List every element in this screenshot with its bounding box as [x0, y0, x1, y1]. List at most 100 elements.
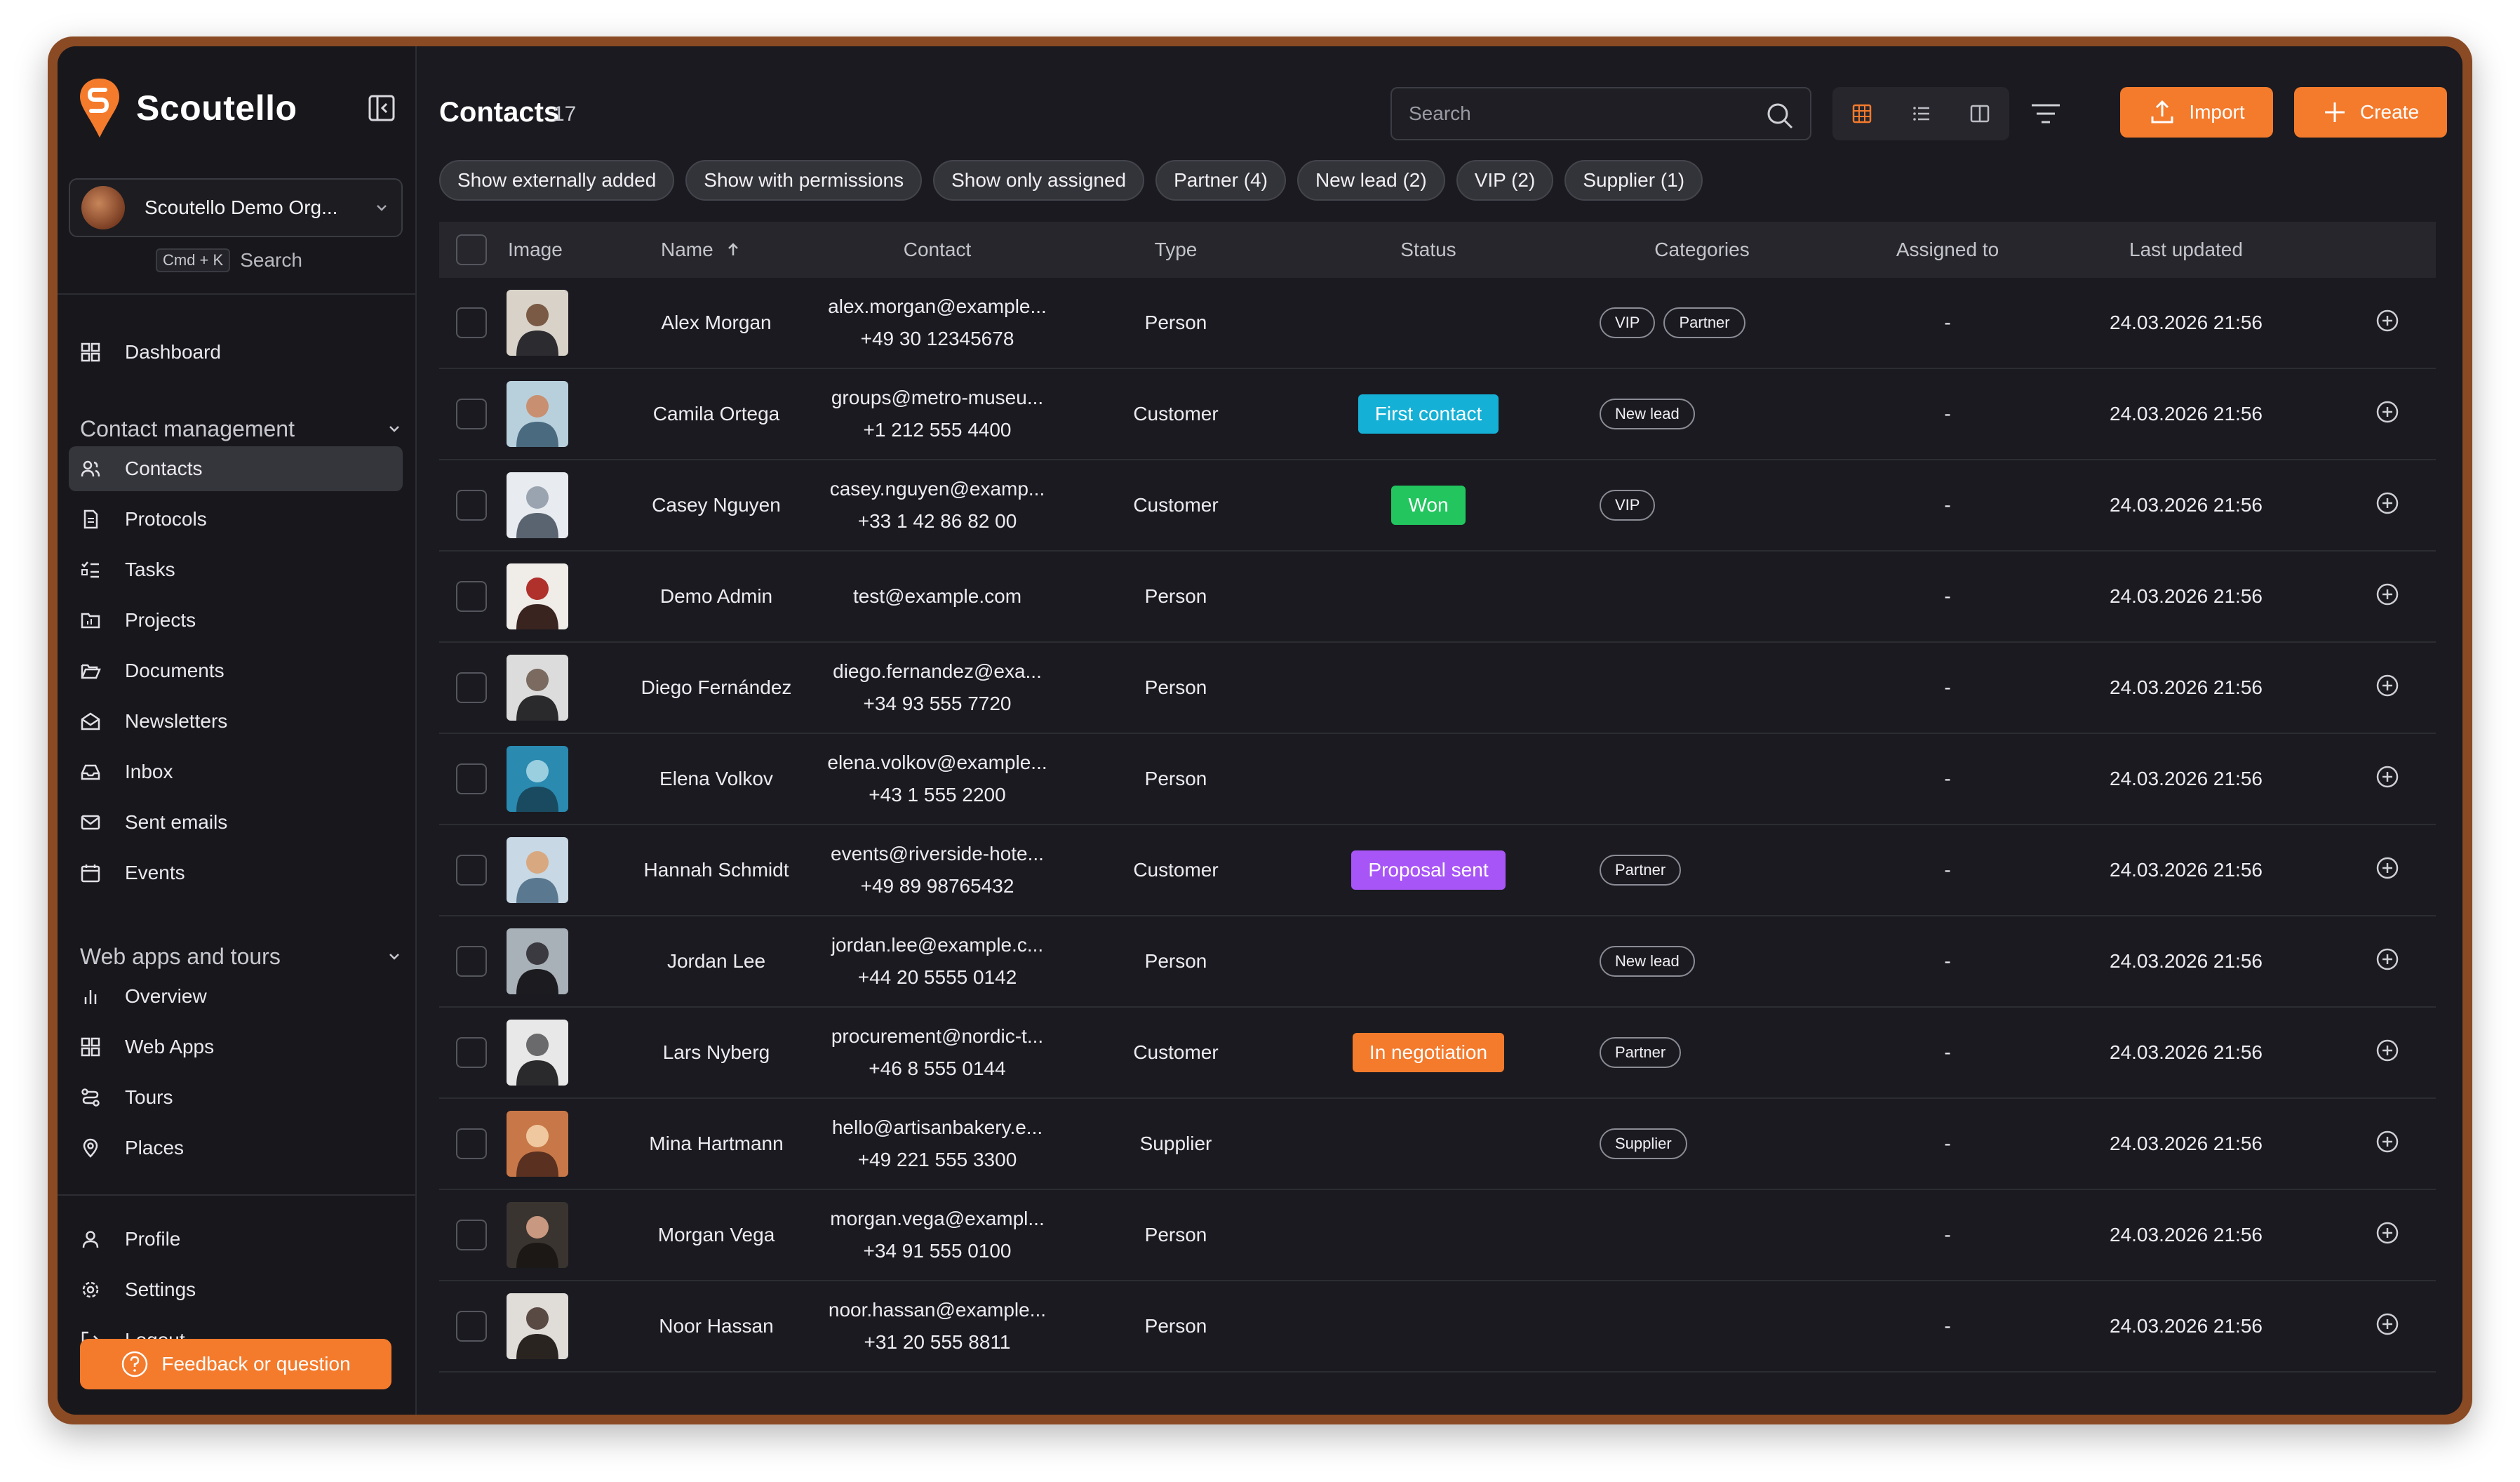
logo[interactable]: Scoutello	[77, 76, 396, 140]
table-row[interactable]: Elena Volkov elena.volkov@example... +43 1…	[439, 734, 2436, 825]
plus-circle-icon[interactable]	[2375, 491, 2399, 520]
sidebar-item-profile[interactable]: Profile	[69, 1217, 403, 1262]
select-all-checkbox[interactable]	[456, 234, 487, 265]
global-search-trigger[interactable]: Cmd + K Search	[156, 248, 302, 272]
contact-phone[interactable]: +31 20 555 8811	[864, 1326, 1011, 1358]
contact-email[interactable]: test@example.com	[853, 580, 1021, 613]
contact-name[interactable]: Alex Morgan	[601, 278, 832, 368]
contact-name[interactable]: Casey Nguyen	[601, 460, 832, 550]
row-checkbox[interactable]	[456, 855, 487, 886]
contact-name[interactable]: Elena Volkov	[601, 734, 832, 824]
column-header-updated[interactable]: Last updated	[2081, 222, 2291, 278]
column-header-name[interactable]: Name	[661, 222, 742, 278]
column-header-categories[interactable]: Categories	[1583, 222, 1821, 278]
row-checkbox[interactable]	[456, 490, 487, 521]
contact-name[interactable]: Hannah Schmidt	[601, 825, 832, 915]
search-input[interactable]	[1409, 102, 1745, 125]
plus-circle-icon[interactable]	[2375, 856, 2399, 885]
contact-name[interactable]: Camila Ortega	[601, 369, 832, 459]
sidebar-collapse-icon[interactable]	[368, 94, 396, 122]
column-header-status[interactable]: Status	[1323, 222, 1534, 278]
row-checkbox[interactable]	[456, 763, 487, 794]
table-row[interactable]: Casey Nguyen casey.nguyen@examp... +33 1 4…	[439, 460, 2436, 552]
column-header-type[interactable]: Type	[1092, 222, 1260, 278]
row-checkbox[interactable]	[456, 672, 487, 703]
contact-email[interactable]: hello@artisanbakery.e...	[832, 1112, 1043, 1144]
contact-name[interactable]: Noor Hassan	[601, 1281, 832, 1371]
contact-name[interactable]: Diego Fernández	[601, 643, 832, 733]
contact-phone[interactable]: +46 8 555 0144	[869, 1053, 1005, 1085]
section-web-apps-and-tours[interactable]: Web apps and tours	[80, 939, 403, 974]
table-row[interactable]: Demo Admin test@example.com Person - 24.03.2…	[439, 552, 2436, 643]
table-row[interactable]: Morgan Vega morgan.vega@exampl... +34 91 5…	[439, 1190, 2436, 1281]
contact-email[interactable]: elena.volkov@example...	[827, 747, 1047, 779]
contact-phone[interactable]: +34 91 555 0100	[864, 1235, 1012, 1267]
column-header-assigned[interactable]: Assigned to	[1856, 222, 2039, 278]
contact-phone[interactable]: +49 30 12345678	[861, 323, 1014, 355]
plus-circle-icon[interactable]	[2375, 582, 2399, 611]
contact-name[interactable]: Lars Nyberg	[601, 1008, 832, 1097]
table-row[interactable]: Hannah Schmidt events@riverside-hote... +4…	[439, 825, 2436, 916]
create-button[interactable]: Create	[2294, 87, 2447, 138]
contact-email[interactable]: groups@metro-museu...	[831, 382, 1043, 414]
sidebar-item-newsletters[interactable]: Newsletters	[69, 699, 403, 744]
sidebar-item-protocols[interactable]: Protocols	[69, 497, 403, 542]
row-checkbox[interactable]	[456, 1311, 487, 1342]
sidebar-item-tours[interactable]: Tours	[69, 1075, 403, 1120]
row-checkbox[interactable]	[456, 307, 487, 338]
plus-circle-icon[interactable]	[2375, 1130, 2399, 1159]
sidebar-item-tasks[interactable]: Tasks	[69, 547, 403, 592]
filter-chip[interactable]: Partner (4)	[1155, 160, 1286, 201]
contact-phone[interactable]: +1 212 555 4400	[864, 414, 1012, 446]
table-row[interactable]: Mina Hartmann hello@artisanbakery.e... +49…	[439, 1099, 2436, 1190]
sidebar-item-overview[interactable]: Overview	[69, 974, 403, 1019]
split-view-icon[interactable]	[1969, 103, 1990, 124]
feedback-button[interactable]: Feedback or question	[80, 1339, 391, 1389]
contact-email[interactable]: diego.fernandez@exa...	[833, 655, 1042, 688]
org-selector[interactable]: Scoutello Demo Org...	[69, 178, 403, 237]
sidebar-item-contacts[interactable]: Contacts	[69, 446, 403, 491]
sidebar-item-settings[interactable]: Settings	[69, 1267, 403, 1312]
filter-chip[interactable]: VIP (2)	[1456, 160, 1554, 201]
contact-email[interactable]: noor.hassan@example...	[829, 1294, 1046, 1326]
section-contact-management[interactable]: Contact management	[80, 411, 403, 446]
row-checkbox[interactable]	[456, 581, 487, 612]
contact-phone[interactable]: +43 1 555 2200	[869, 779, 1005, 811]
contact-phone[interactable]: +49 221 555 3300	[858, 1144, 1017, 1176]
filter-chip[interactable]: Supplier (1)	[1564, 160, 1703, 201]
plus-circle-icon[interactable]	[2375, 1221, 2399, 1250]
plus-circle-icon[interactable]	[2375, 309, 2399, 338]
contact-phone[interactable]: +44 20 5555 0142	[858, 961, 1017, 994]
sidebar-item-dashboard[interactable]: Dashboard	[69, 330, 403, 375]
table-row[interactable]: Camila Ortega groups@metro-museu... +1 212…	[439, 369, 2436, 460]
contact-email[interactable]: jordan.lee@example.c...	[831, 929, 1043, 961]
sidebar-item-documents[interactable]: Documents	[69, 648, 403, 693]
contact-phone[interactable]: +33 1 42 86 82 00	[858, 505, 1017, 538]
contact-phone[interactable]: +49 89 98765432	[861, 870, 1014, 902]
filter-chip[interactable]: Show with permissions	[685, 160, 923, 201]
plus-circle-icon[interactable]	[2375, 947, 2399, 976]
list-view-icon[interactable]	[1910, 103, 1931, 124]
table-row[interactable]: Jordan Lee jordan.lee@example.c... +44 20 …	[439, 916, 2436, 1008]
row-checkbox[interactable]	[456, 1037, 487, 1068]
filter-icon[interactable]	[2030, 102, 2061, 126]
row-checkbox[interactable]	[456, 1128, 487, 1159]
sidebar-item-web-apps[interactable]: Web Apps	[69, 1024, 403, 1069]
table-row[interactable]: Noor Hassan noor.hassan@example... +31 20 …	[439, 1281, 2436, 1373]
plus-circle-icon[interactable]	[2375, 1039, 2399, 1067]
plus-circle-icon[interactable]	[2375, 400, 2399, 429]
import-button[interactable]: Import	[2120, 87, 2273, 138]
sidebar-item-inbox[interactable]: Inbox	[69, 749, 403, 794]
sidebar-item-places[interactable]: Places	[69, 1126, 403, 1170]
table-row[interactable]: Alex Morgan alex.morgan@example... +49 30 …	[439, 278, 2436, 369]
contact-email[interactable]: morgan.vega@exampl...	[830, 1203, 1044, 1235]
contact-phone[interactable]: +34 93 555 7720	[864, 688, 1012, 720]
contact-name[interactable]: Morgan Vega	[601, 1190, 832, 1280]
sidebar-item-sent-emails[interactable]: Sent emails	[69, 800, 403, 845]
filter-chip[interactable]: Show only assigned	[933, 160, 1145, 201]
filter-chip[interactable]: New lead (2)	[1296, 160, 1445, 201]
contact-name[interactable]: Demo Admin	[601, 552, 832, 641]
search-field[interactable]	[1390, 87, 1811, 140]
row-checkbox[interactable]	[456, 399, 487, 429]
contact-email[interactable]: events@riverside-hote...	[831, 838, 1044, 870]
